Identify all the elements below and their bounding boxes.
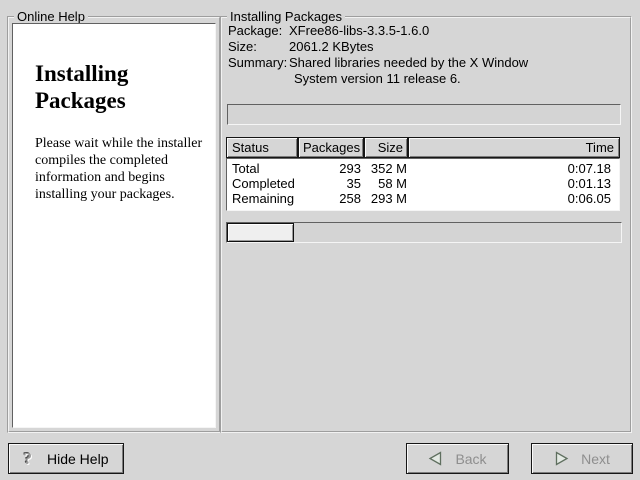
online-help-frame: Online Help Installing Packages Please w…	[7, 16, 221, 433]
next-button-label: Next	[581, 451, 610, 467]
cell-packages: 293	[299, 161, 365, 176]
cell-size: 293 M	[365, 191, 409, 206]
back-button[interactable]: Back	[406, 443, 509, 474]
status-table-header: Status Packages Size Time	[226, 137, 620, 158]
online-help-frame-label: Online Help	[14, 9, 88, 24]
cell-packages: 35	[299, 176, 365, 191]
installing-packages-frame-label: Installing Packages	[227, 9, 345, 24]
total-progress-fill	[227, 223, 294, 242]
cell-time: 0:07.18	[409, 161, 619, 176]
summary-value-line2: System version 11 release 6.	[294, 71, 528, 87]
package-label: Package:	[228, 23, 289, 39]
table-row-total: Total 293 352 M 0:07.18	[227, 161, 619, 176]
installing-packages-frame: Installing Packages Package: XFree86-lib…	[220, 16, 632, 433]
back-button-label: Back	[455, 451, 486, 467]
status-table-body: Total 293 352 M 0:07.18 Completed 35 58 …	[226, 158, 620, 211]
cell-packages: 258	[299, 191, 365, 206]
triangle-left-icon	[428, 451, 443, 466]
package-progress-bar	[227, 104, 621, 125]
question-mark-icon: ?	[24, 450, 33, 467]
cell-time: 0:06.05	[409, 191, 619, 206]
hide-help-button[interactable]: ? Hide Help	[8, 443, 124, 474]
cell-size: 352 M	[365, 161, 409, 176]
next-button[interactable]: Next	[531, 443, 633, 474]
help-body-text: Please wait while the installer compiles…	[35, 135, 207, 203]
column-header-size[interactable]: Size	[364, 137, 408, 158]
cell-status: Remaining	[227, 191, 299, 206]
summary-label: Summary:	[228, 55, 289, 71]
status-table: Status Packages Size Time Total 293 352 …	[226, 137, 620, 211]
size-label: Size:	[228, 39, 289, 55]
package-info: Package: XFree86-libs-3.3.5-1.6.0 Size: …	[228, 23, 528, 87]
total-progress-bar	[226, 222, 622, 243]
column-header-time[interactable]: Time	[408, 137, 620, 158]
help-content-area: Installing Packages Please wait while th…	[12, 23, 216, 428]
help-title: Installing Packages	[35, 60, 185, 114]
table-row-remaining: Remaining 258 293 M 0:06.05	[227, 191, 619, 206]
column-header-packages[interactable]: Packages	[298, 137, 364, 158]
cell-size: 58 M	[365, 176, 409, 191]
triangle-right-icon	[554, 451, 569, 466]
cell-status: Completed	[227, 176, 299, 191]
package-value: XFree86-libs-3.3.5-1.6.0	[289, 23, 429, 39]
hide-help-button-label: Hide Help	[47, 451, 108, 467]
cell-status: Total	[227, 161, 299, 176]
installer-window: Online Help Installing Packages Please w…	[0, 0, 640, 480]
cell-time: 0:01.13	[409, 176, 619, 191]
table-row-completed: Completed 35 58 M 0:01.13	[227, 176, 619, 191]
summary-value: Shared libraries needed by the X Window	[289, 55, 528, 71]
column-header-status[interactable]: Status	[226, 137, 298, 158]
size-value: 2061.2 KBytes	[289, 39, 374, 55]
